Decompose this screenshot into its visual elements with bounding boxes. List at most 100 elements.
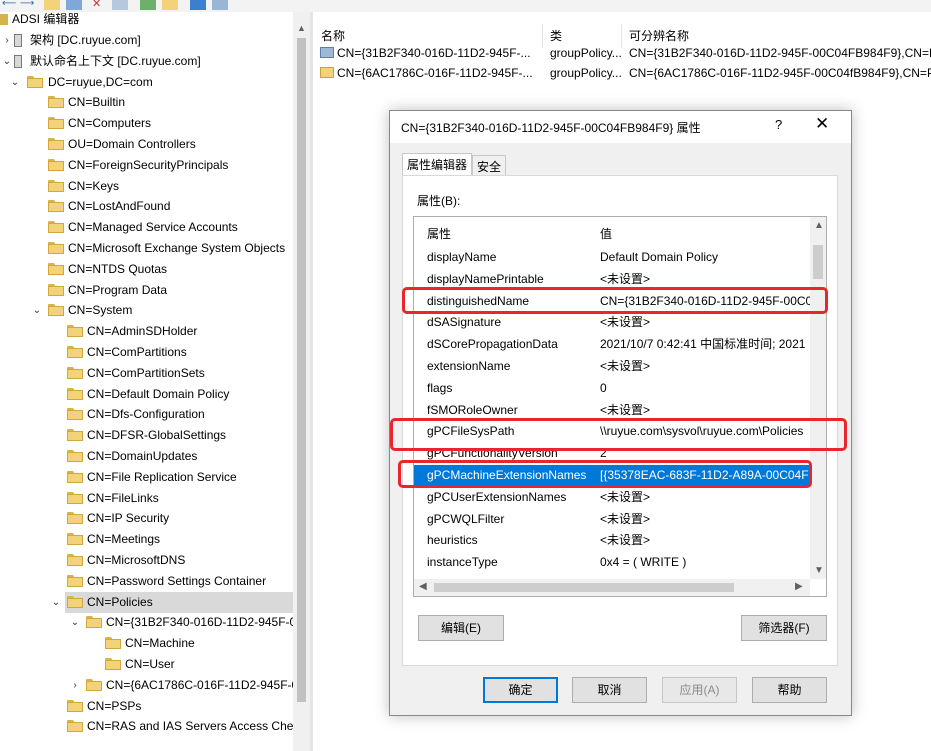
tree-node[interactable]: CN=Managed Service Accounts <box>0 217 293 238</box>
tree-node[interactable]: OU=Domain Controllers <box>0 134 293 155</box>
scroll-down-arrow-icon[interactable]: ▼ <box>814 565 824 576</box>
folder-icon <box>67 450 83 462</box>
forward-arrow-icon[interactable]: ⟶ <box>20 0 36 10</box>
tree-node[interactable]: CN=Default Domain Policy <box>0 384 293 405</box>
tree-node[interactable]: ⌄ CN=System <box>0 300 293 321</box>
tree-node[interactable]: CN=Password Settings Container <box>0 571 293 592</box>
tree-node[interactable]: CN=ComPartitions <box>0 342 293 363</box>
grid-vscroll-thumb[interactable] <box>813 245 823 279</box>
tree-node[interactable]: CN=Machine <box>0 633 293 654</box>
grid-hscroll-thumb[interactable] <box>434 583 734 592</box>
edit-button[interactable]: 编辑(E) <box>418 615 504 641</box>
tree-node[interactable]: ⌄ CN={31B2F340-016D-11D2-945F-00C04FB984F… <box>0 612 293 633</box>
dialog-titlebar[interactable]: CN={31B2F340-016D-11D2-945F-00C04FB984F9… <box>390 111 851 143</box>
attribute-name: gPCWQLFilter <box>427 511 505 526</box>
tree-node[interactable]: ⌄ DC=ruyue,DC=com <box>0 72 293 93</box>
tree-node[interactable]: ⌄ CN=Policies <box>52 591 293 613</box>
column-header-attribute[interactable]: 属性 <box>427 225 451 242</box>
dialog-title: CN={31B2F340-016D-11D2-945F-00C04FB984F9… <box>401 121 701 135</box>
list-item[interactable]: CN={6AC1786C-016F-11D2-945F-... groupPol… <box>313 63 931 83</box>
tree-node[interactable]: CN=Dfs-Configuration <box>0 404 293 425</box>
grid-horizontal-scrollbar[interactable]: ◀ ▶ <box>414 579 810 596</box>
tree-node[interactable]: CN=DomainUpdates <box>0 446 293 467</box>
tree-node[interactable]: CN=MicrosoftDNS <box>0 550 293 571</box>
help-question-icon[interactable]: ? <box>775 117 782 132</box>
chevron-down-icon[interactable]: ⌄ <box>10 72 20 93</box>
delete-icon[interactable]: ✕ <box>92 0 108 10</box>
folder-icon <box>48 200 64 213</box>
folder-up-icon[interactable] <box>44 0 60 10</box>
back-arrow-icon[interactable]: ⟵ <box>2 0 18 10</box>
folder-icon <box>48 96 64 109</box>
column-header-value[interactable]: 值 <box>600 225 612 242</box>
tree-node-label: CN=Managed Service Accounts <box>68 220 238 235</box>
filter-button[interactable]: 筛选器(F) <box>741 615 827 641</box>
tree-node[interactable]: CN=Microsoft Exchange System Objects <box>0 238 293 259</box>
properties-dialog[interactable]: CN={31B2F340-016D-11D2-945F-00C04FB984F9… <box>389 110 852 716</box>
attribute-value: <未设置> <box>600 489 651 504</box>
tree-node[interactable]: CN=PSPs <box>0 696 293 717</box>
new-item-icon[interactable] <box>162 0 178 10</box>
tree-node[interactable]: CN=Computers <box>0 113 293 134</box>
chevron-down-icon[interactable]: ⌄ <box>32 300 42 321</box>
list-item-class: groupPolicy... <box>550 46 622 60</box>
grid-vertical-scrollbar[interactable]: ▲ ▼ <box>810 217 826 579</box>
tree-node[interactable]: CN=User <box>0 654 293 675</box>
tree-node-label: CN=Builtin <box>68 95 126 110</box>
scroll-up-arrow-icon[interactable]: ▲ <box>814 220 824 231</box>
tree-node[interactable]: CN=NTDS Quotas <box>0 259 293 280</box>
help-button[interactable]: 帮助 <box>752 677 827 703</box>
cancel-button[interactable]: 取消 <box>572 677 647 703</box>
tree-node[interactable]: CN=AdminSDHolder <box>0 321 293 342</box>
attribute-row[interactable]: gPCUserExtensionNames <未设置> <box>414 487 810 508</box>
tree-node[interactable]: CN=ForeignSecurityPrincipals <box>0 155 293 176</box>
tree-node[interactable]: › 架构 [DC.ruyue.com] <box>0 30 293 51</box>
attribute-row[interactable]: flags 0 <box>414 378 810 399</box>
refresh-icon[interactable] <box>140 0 156 10</box>
tree-node[interactable]: CN=IP Security <box>0 508 293 529</box>
chevron-down-icon[interactable]: ⌄ <box>70 612 80 633</box>
attribute-row[interactable]: gPCWQLFilter <未设置> <box>414 509 810 530</box>
tree-node[interactable]: CN=DFSR-GlobalSettings <box>0 425 293 446</box>
attribute-row[interactable]: dSASignature <未设置> <box>414 312 810 333</box>
apply-button[interactable]: 应用(A) <box>662 677 737 703</box>
attribute-row[interactable]: instanceType 0x4 = ( WRITE ) <box>414 552 810 573</box>
tree-node[interactable]: › CN={6AC1786C-016F-11D2-945F-00C04FB984F… <box>0 675 293 696</box>
tree-node[interactable]: CN=FileLinks <box>0 488 293 509</box>
tree-node[interactable]: CN=ComPartitionSets <box>0 363 293 384</box>
tree-node[interactable]: CN=File Replication Service <box>0 467 293 488</box>
attribute-grid[interactable]: 属性 值 displayName Default Domain Policy dis… <box>413 216 827 597</box>
tree-scroll-thumb[interactable] <box>297 38 306 702</box>
scroll-up-arrow-icon[interactable]: ▲ <box>293 20 310 37</box>
tree-node[interactable]: CN=Builtin <box>0 92 293 113</box>
tab-attribute-editor[interactable]: 属性编辑器 <box>402 153 472 177</box>
chevron-down-icon[interactable]: ⌄ <box>2 51 12 72</box>
chevron-right-icon[interactable]: › <box>70 675 80 696</box>
ok-button[interactable]: 确定 <box>483 677 558 703</box>
tree-node[interactable]: CN=Keys <box>0 176 293 197</box>
view-icon[interactable] <box>212 0 228 10</box>
attribute-row[interactable]: dSCorePropagationData 2021/10/7 0:42:41 中… <box>414 334 810 355</box>
attribute-row[interactable]: displayName Default Domain Policy <box>414 247 810 268</box>
tree-scrollbar[interactable]: ▲ <box>293 12 310 751</box>
chevron-right-icon[interactable]: › <box>2 30 12 51</box>
tree-node[interactable]: CN=LostAndFound <box>0 196 293 217</box>
close-icon[interactable]: ✕ <box>815 114 829 134</box>
attribute-row[interactable]: extensionName <未设置> <box>414 356 810 377</box>
tree-node[interactable]: CN=Program Data <box>0 280 293 301</box>
tree-node[interactable]: CN=Meetings <box>0 529 293 550</box>
tree-node[interactable]: ⌄ 默认命名上下文 [DC.ruyue.com] <box>0 51 293 72</box>
help-icon[interactable] <box>190 0 206 10</box>
tree-node[interactable]: CN=RAS and IAS Servers Access Check <box>0 716 293 737</box>
list-item[interactable]: CN={31B2F340-016D-11D2-945F-... groupPol… <box>313 43 931 63</box>
tree-root-label: ADSI 编辑器 <box>12 12 80 26</box>
scroll-left-arrow-icon[interactable]: ◀ <box>419 581 427 592</box>
export-icon[interactable] <box>112 0 128 10</box>
toolbar: ⟵ ⟶ ✕ <box>0 0 931 12</box>
tab-security[interactable]: 安全 <box>472 155 506 177</box>
properties-icon[interactable] <box>66 0 82 10</box>
adsi-tree[interactable]: ADSI 编辑器 › 架构 [DC.ruyue.com] ⌄ 默认命名上下文 [DC.… <box>0 12 293 751</box>
chevron-down-icon[interactable]: ⌄ <box>51 592 61 613</box>
scroll-right-arrow-icon[interactable]: ▶ <box>795 581 803 592</box>
attribute-row[interactable]: heuristics <未设置> <box>414 530 810 551</box>
